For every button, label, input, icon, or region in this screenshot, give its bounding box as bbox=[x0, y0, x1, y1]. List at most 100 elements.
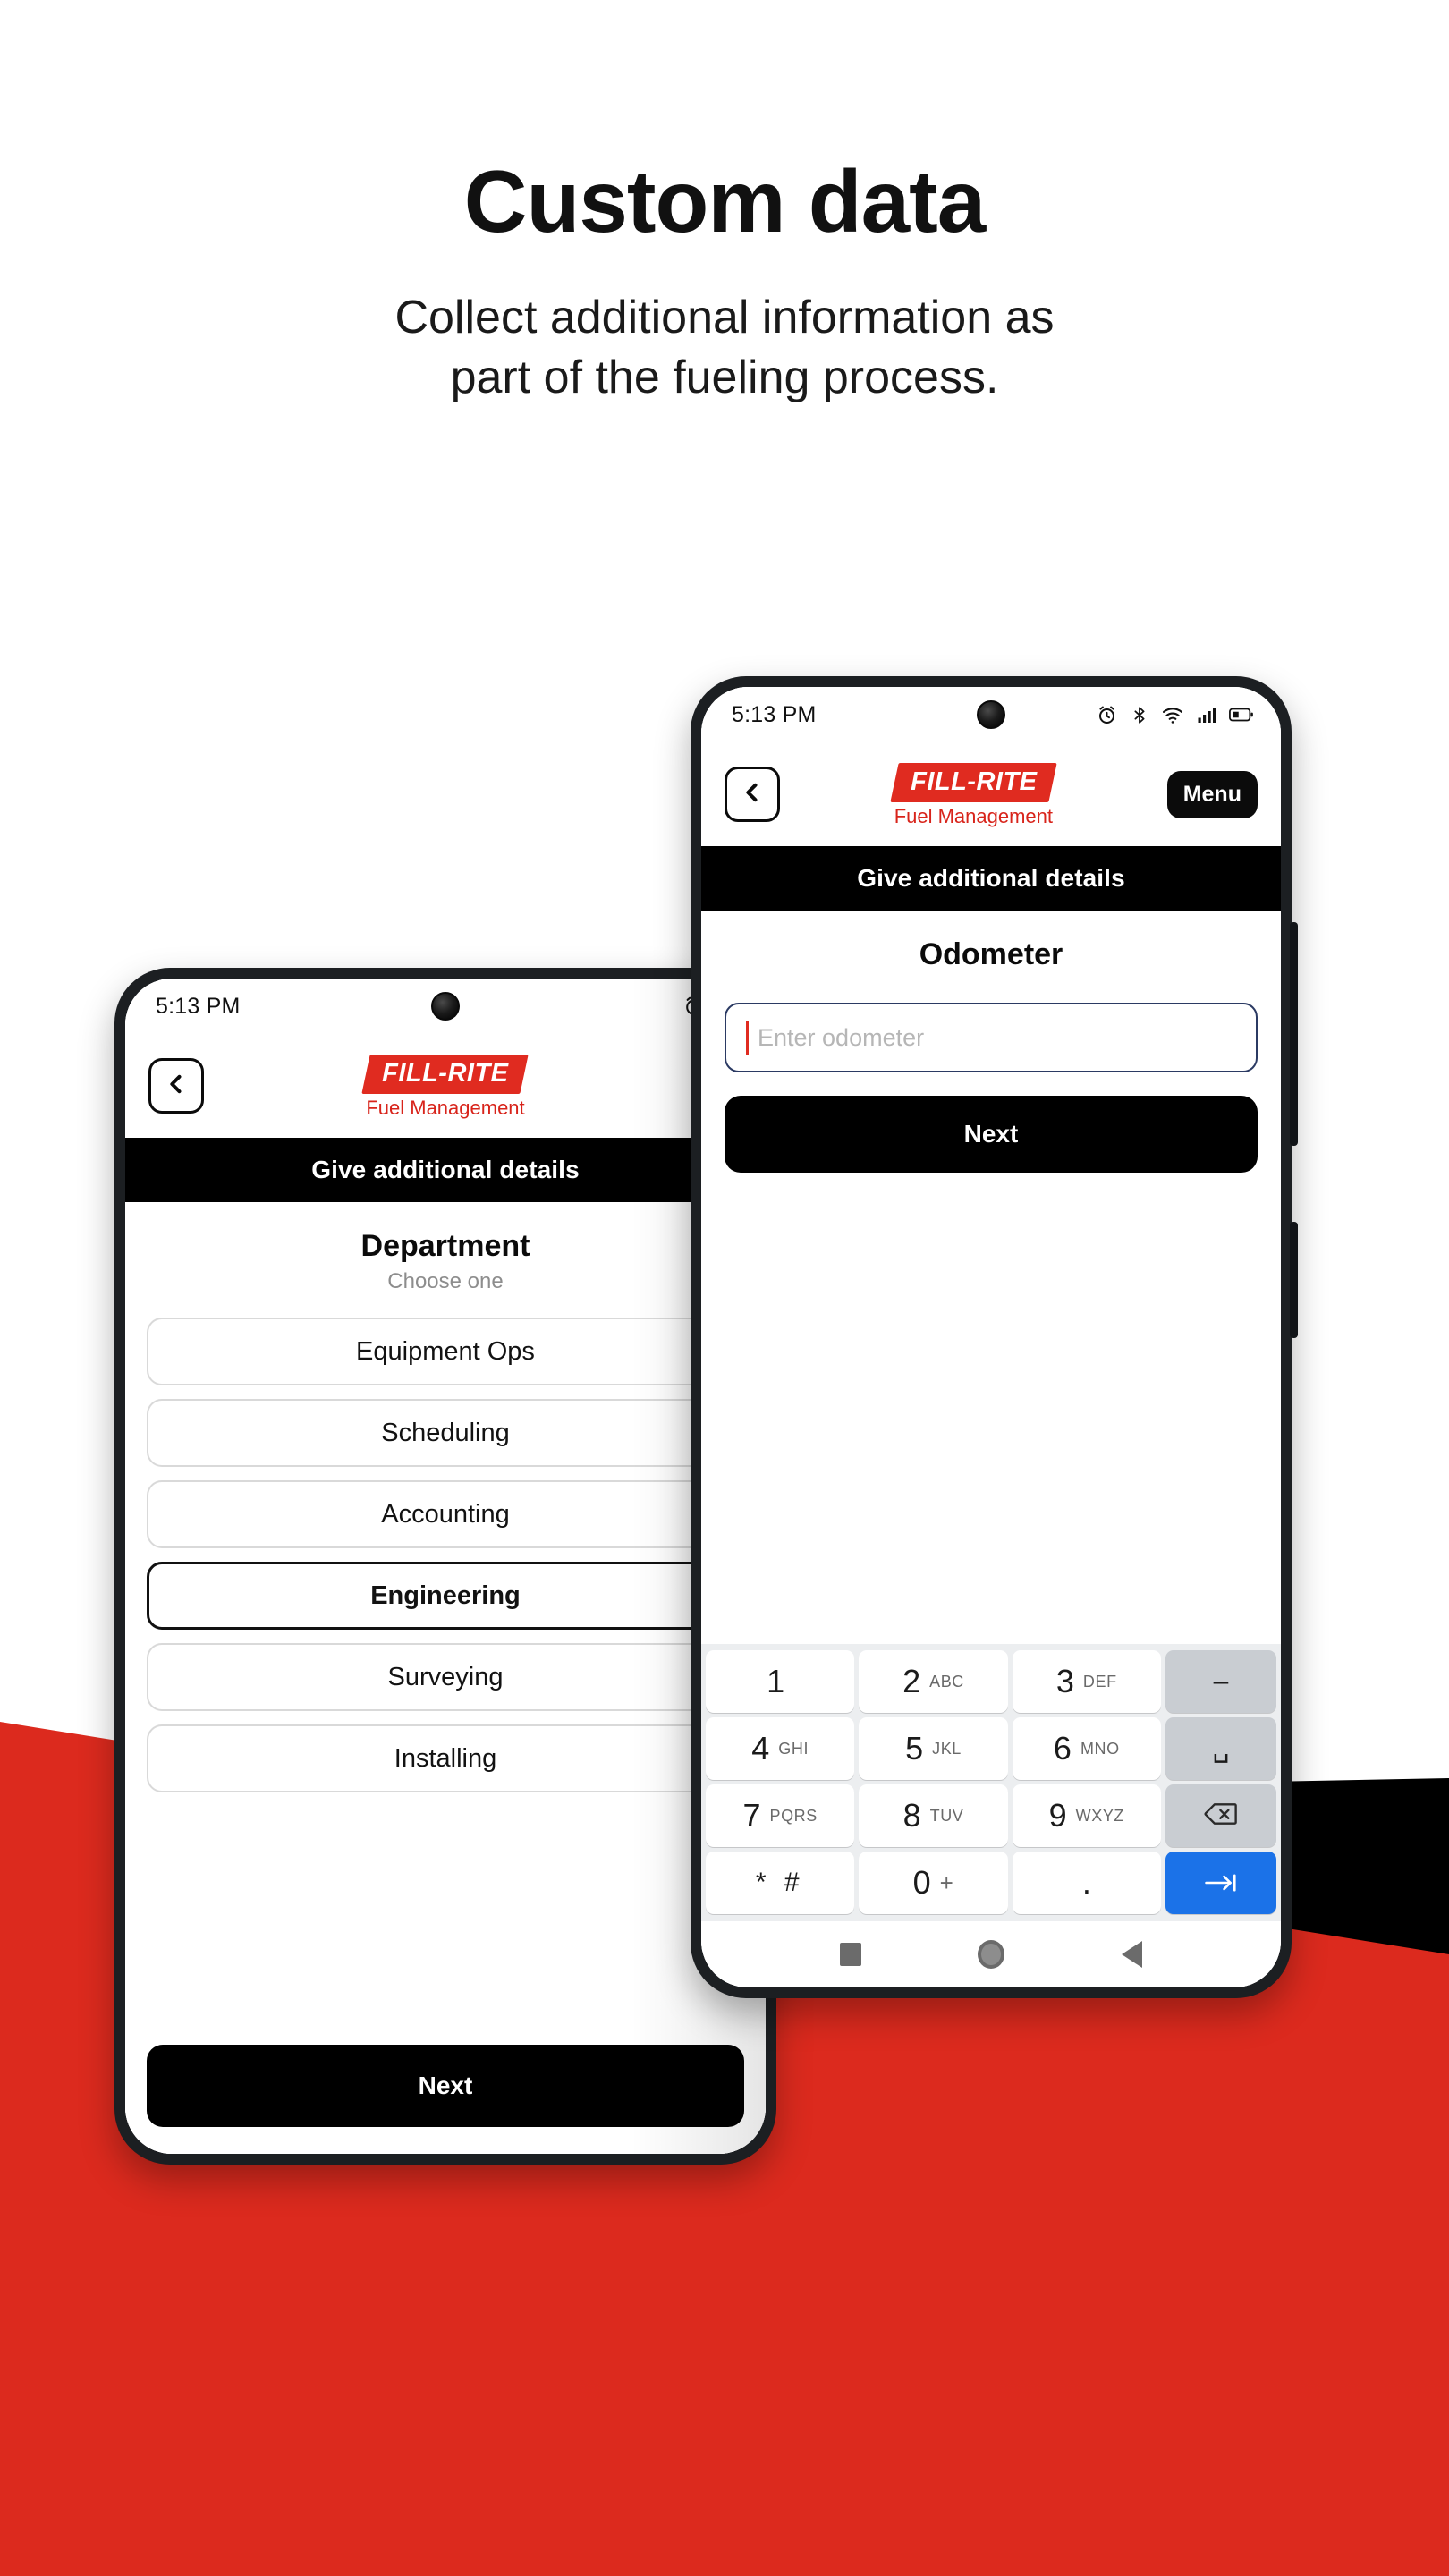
status-bar-front: 5:13 PM bbox=[701, 687, 1281, 742]
battery-icon bbox=[1229, 705, 1254, 724]
keyboard-row: 7 PQRS 8 TUV 9 WXYZ bbox=[706, 1784, 1276, 1847]
form-body-back: Department Choose one Equipment Ops Sche… bbox=[125, 1202, 766, 2154]
key-2[interactable]: 2 ABC bbox=[859, 1650, 1008, 1713]
status-icon-group bbox=[1096, 704, 1254, 726]
key-letters: MNO bbox=[1080, 1740, 1120, 1758]
key-digit: 5 bbox=[905, 1730, 924, 1767]
front-camera-icon bbox=[431, 992, 460, 1021]
key-8[interactable]: 8 TUV bbox=[859, 1784, 1008, 1847]
circle-icon[interactable] bbox=[978, 1940, 1005, 1969]
next-button[interactable]: Next bbox=[724, 1096, 1258, 1173]
signal-icon bbox=[1196, 704, 1217, 725]
option-label: Engineering bbox=[370, 1580, 521, 1610]
key-glyph: – bbox=[1213, 1666, 1229, 1696]
status-clock: 5:13 PM bbox=[732, 701, 817, 727]
key-letters: JKL bbox=[932, 1740, 962, 1758]
brand-logo-text: FILL-RITE bbox=[910, 767, 1038, 796]
key-letters: PQRS bbox=[769, 1807, 818, 1825]
footer-action-bar-back: Next bbox=[125, 2021, 766, 2154]
key-backspace[interactable] bbox=[1165, 1784, 1276, 1847]
list-item[interactable]: Accounting bbox=[147, 1480, 744, 1548]
bluetooth-icon bbox=[1130, 704, 1149, 726]
app-header-back: FILL-RITE Fuel Management bbox=[125, 1034, 766, 1138]
key-6[interactable]: 6 MNO bbox=[1012, 1717, 1161, 1780]
key-5[interactable]: 5 JKL bbox=[859, 1717, 1008, 1780]
key-space[interactable]: ␣ bbox=[1165, 1717, 1276, 1780]
key-glyph: * # bbox=[755, 1868, 805, 1897]
key-digit: 9 bbox=[1048, 1797, 1067, 1834]
brand-logo-text: FILL-RITE bbox=[382, 1058, 509, 1088]
next-button[interactable]: Next bbox=[147, 2045, 744, 2127]
key-7[interactable]: 7 PQRS bbox=[706, 1784, 855, 1847]
wifi-icon bbox=[1161, 704, 1184, 726]
option-label: Installing bbox=[394, 1743, 497, 1773]
option-label: Accounting bbox=[381, 1499, 510, 1529]
key-glyph: ␣ bbox=[1212, 1733, 1230, 1763]
backspace-icon bbox=[1204, 1801, 1238, 1832]
key-digit: 4 bbox=[751, 1730, 770, 1767]
department-option-list: Equipment Ops Scheduling Accounting Engi… bbox=[125, 1294, 766, 1792]
back-button[interactable] bbox=[148, 1058, 204, 1114]
brand-logo-mark: FILL-RITE bbox=[889, 762, 1057, 802]
list-item[interactable]: Equipment Ops bbox=[147, 1318, 744, 1385]
triangle-left-icon[interactable] bbox=[1121, 1941, 1142, 1968]
key-digit: 8 bbox=[902, 1797, 921, 1834]
phone-device-back: 5:13 PM FILL-RITE Fuel Management Give a… bbox=[114, 968, 776, 2165]
numeric-keyboard: 1 2 ABC 3 DEF – 4 GHI 5 JKL 6 MNO ␣ 7 PQRS 8 TU… bbox=[701, 1644, 1281, 1921]
key-digit: 1 bbox=[767, 1663, 785, 1699]
android-nav-bar bbox=[701, 1921, 1281, 1987]
list-item[interactable]: Installing bbox=[147, 1724, 744, 1792]
key-symbols[interactable]: * # bbox=[706, 1852, 855, 1914]
list-item[interactable]: Scheduling bbox=[147, 1399, 744, 1467]
list-item[interactable]: Surveying bbox=[147, 1643, 744, 1711]
key-1[interactable]: 1 bbox=[706, 1650, 855, 1713]
volume-button[interactable] bbox=[1290, 922, 1298, 1146]
chevron-left-icon bbox=[740, 780, 765, 809]
key-9[interactable]: 9 WXYZ bbox=[1012, 1784, 1161, 1847]
option-label: Surveying bbox=[387, 1662, 504, 1691]
brand-logo: FILL-RITE Fuel Management bbox=[361, 1054, 530, 1118]
key-letters: TUV bbox=[929, 1807, 964, 1825]
list-item-selected[interactable]: Engineering bbox=[147, 1562, 744, 1630]
key-enter[interactable] bbox=[1165, 1852, 1276, 1914]
next-button-label: Next bbox=[418, 2072, 473, 2099]
option-label: Scheduling bbox=[381, 1418, 510, 1447]
brand-logo: FILL-RITE Fuel Management bbox=[889, 762, 1057, 826]
brand-logo-mark: FILL-RITE bbox=[361, 1054, 530, 1094]
keyboard-row: * # 0 + . bbox=[706, 1852, 1276, 1914]
alarm-icon bbox=[1096, 704, 1118, 726]
key-3[interactable]: 3 DEF bbox=[1012, 1650, 1161, 1713]
key-digit: 6 bbox=[1053, 1730, 1072, 1767]
key-digit: 3 bbox=[1055, 1663, 1074, 1699]
odometer-input[interactable]: Enter odometer bbox=[724, 1003, 1258, 1072]
back-button[interactable] bbox=[724, 767, 780, 822]
page-subtitle: Collect additional information as part o… bbox=[0, 288, 1449, 407]
square-icon[interactable] bbox=[840, 1943, 862, 1966]
field-label: Odometer bbox=[919, 937, 1063, 971]
text-caret bbox=[746, 1021, 749, 1055]
key-digit: 2 bbox=[902, 1663, 921, 1699]
key-4[interactable]: 4 GHI bbox=[706, 1717, 855, 1780]
app-header-front: FILL-RITE Fuel Management Menu bbox=[701, 742, 1281, 846]
phone-screen-back: 5:13 PM FILL-RITE Fuel Management Give a… bbox=[125, 979, 766, 2154]
odometer-input-placeholder: Enter odometer bbox=[758, 1023, 925, 1051]
menu-button[interactable]: Menu bbox=[1166, 770, 1258, 818]
section-title-back: Give additional details bbox=[125, 1138, 766, 1202]
key-letters: GHI bbox=[778, 1740, 809, 1758]
chevron-left-icon bbox=[164, 1072, 189, 1101]
key-dash[interactable]: – bbox=[1165, 1650, 1276, 1713]
menu-button-label: Menu bbox=[1182, 781, 1241, 807]
status-bar-back: 5:13 PM bbox=[125, 979, 766, 1034]
power-button[interactable] bbox=[1290, 1222, 1298, 1338]
key-0[interactable]: 0 + bbox=[859, 1852, 1008, 1914]
front-camera-icon bbox=[977, 700, 1005, 729]
option-label: Equipment Ops bbox=[356, 1336, 535, 1366]
key-letters: WXYZ bbox=[1075, 1807, 1125, 1825]
page-subtitle-line-2: part of the fueling process. bbox=[450, 351, 999, 403]
phone-screen-front: 5:13 PM FILL-RITE Fuel Management Menu G… bbox=[701, 687, 1281, 1987]
enter-tab-icon bbox=[1203, 1871, 1239, 1894]
key-letters: + bbox=[939, 1869, 954, 1896]
key-digit: . bbox=[1081, 1864, 1091, 1901]
key-period[interactable]: . bbox=[1012, 1852, 1161, 1914]
hero-text-block: Custom data Collect additional informati… bbox=[0, 0, 1449, 407]
